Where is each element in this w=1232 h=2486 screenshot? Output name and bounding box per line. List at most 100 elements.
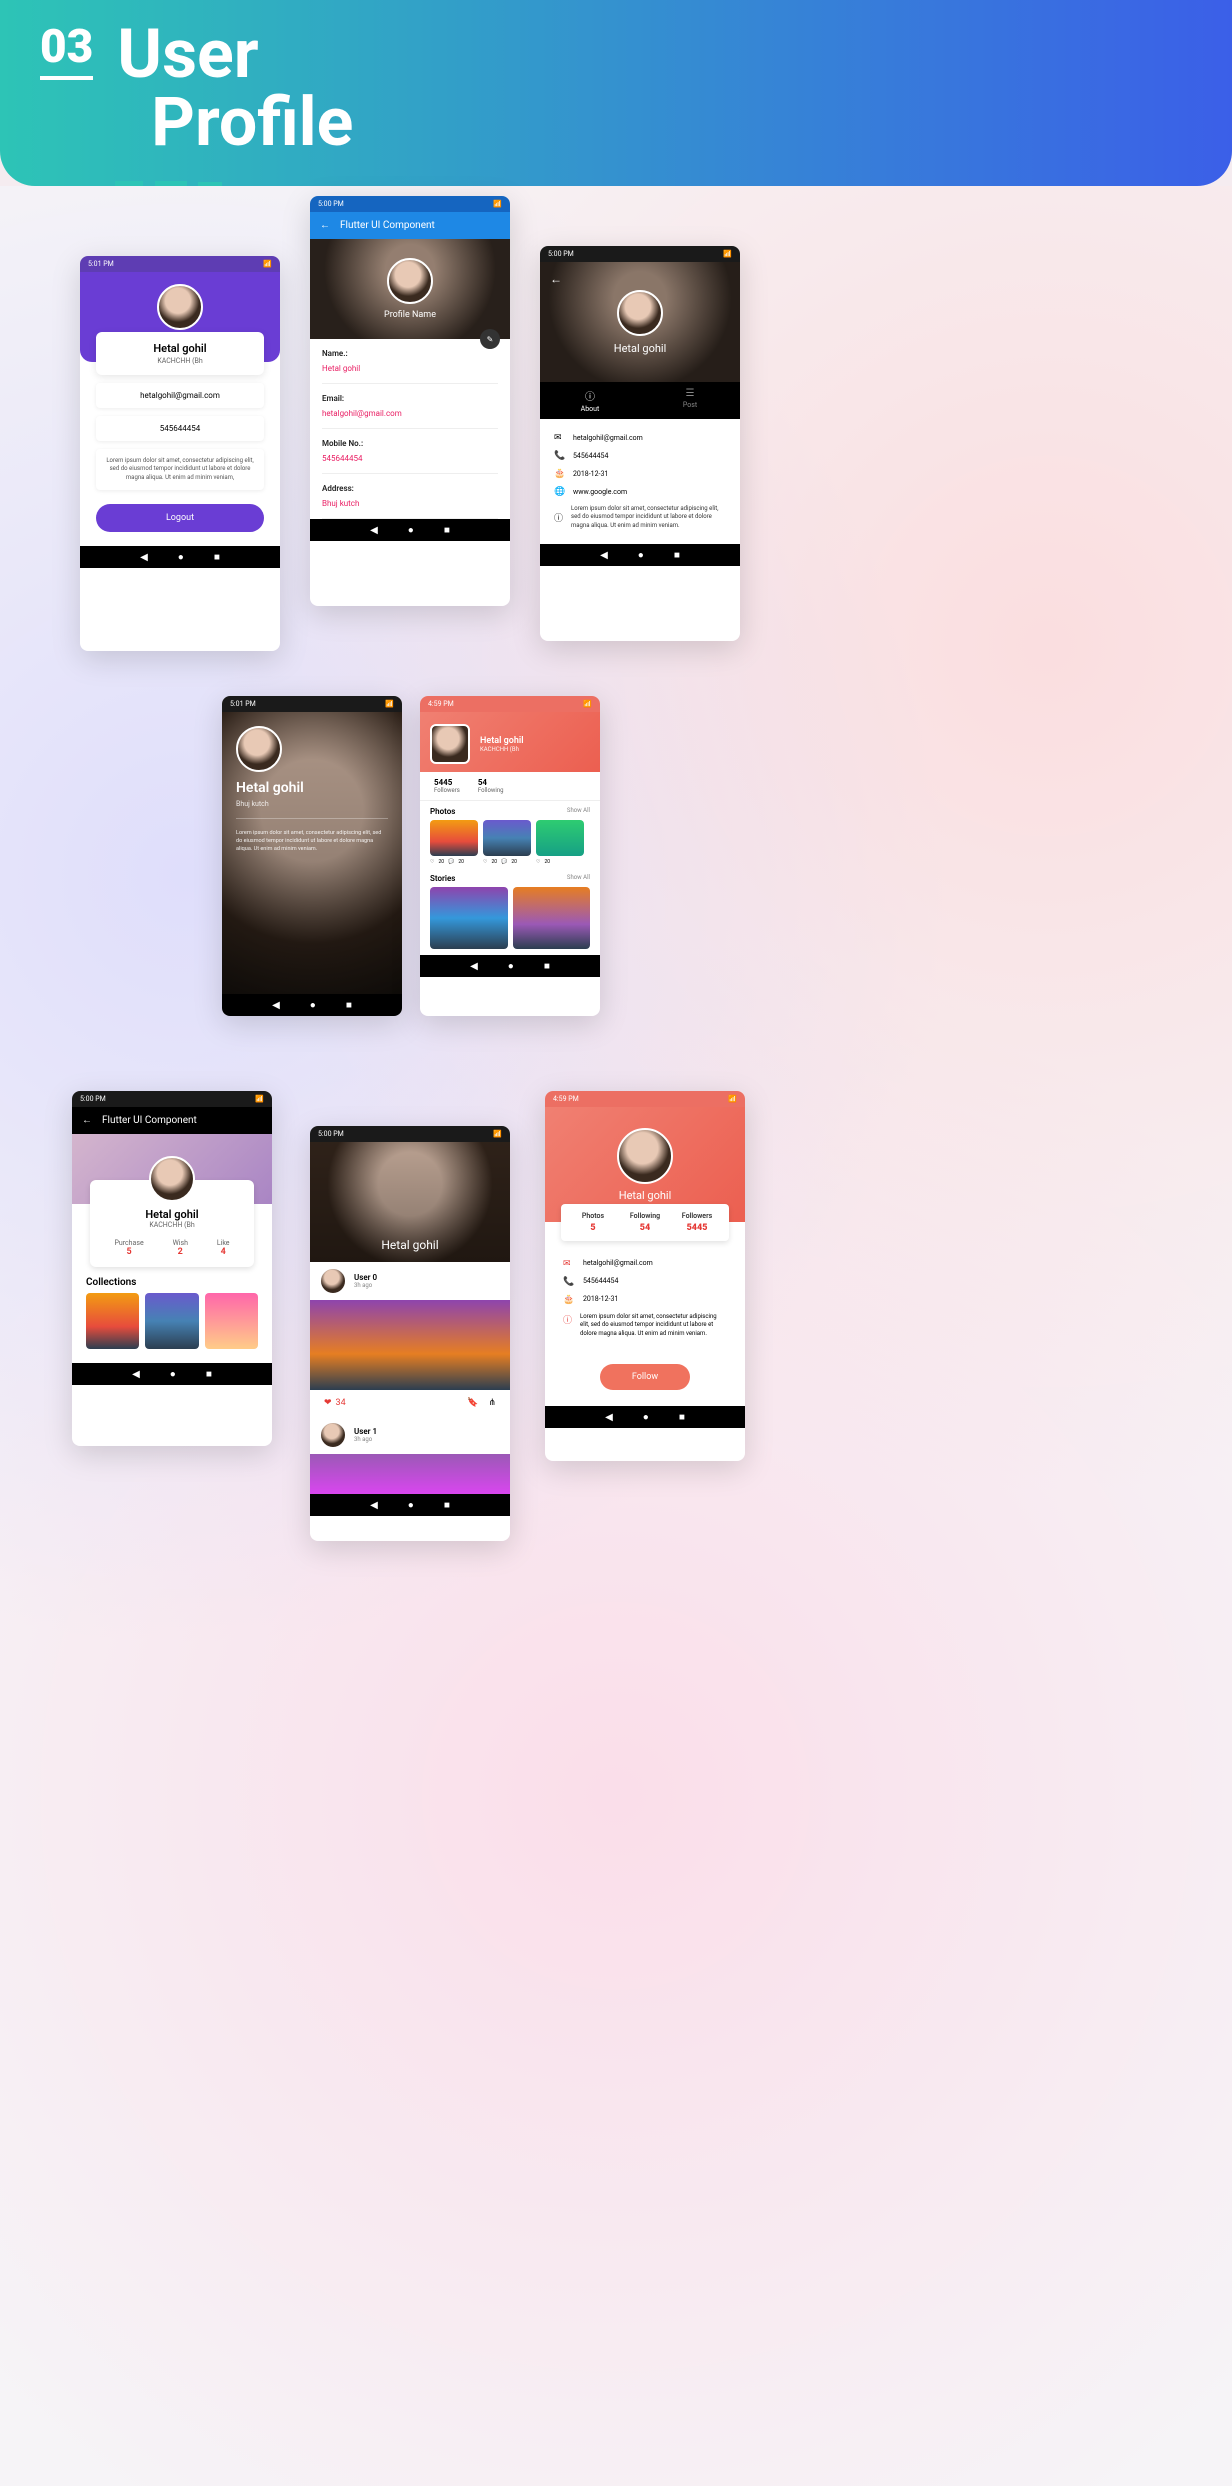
bio-text: Lorem ipsum dolor sit amet, consectetur … [96, 449, 264, 490]
location-text: Bhuj kutch [236, 800, 388, 808]
collection-thumb[interactable] [145, 1293, 198, 1349]
collection-thumb[interactable] [205, 1293, 258, 1349]
heart-icon[interactable]: ♡ [536, 859, 540, 865]
bookmark-icon[interactable]: 🔖 [467, 1398, 478, 1408]
tab-about[interactable]: ⓘAbout [540, 382, 640, 419]
home-icon[interactable]: ● [178, 552, 184, 563]
phone-text: 545644454 [96, 416, 264, 441]
form-field[interactable]: Mobile No.:545644454 [322, 429, 498, 474]
stat-like[interactable]: Like4 [217, 1239, 230, 1257]
appbar: ← Flutter UI Component [72, 1107, 272, 1134]
bio-row: ⓘLorem ipsum dolor sit amet, consectetur… [554, 501, 726, 534]
appbar-title: Flutter UI Component [340, 220, 435, 231]
story-thumb[interactable] [513, 887, 591, 949]
show-all-link[interactable]: Show All [567, 874, 590, 883]
home-icon[interactable]: ● [508, 961, 514, 972]
edit-button[interactable]: ✎ [480, 329, 500, 349]
email-icon: ✉ [554, 433, 565, 443]
photo-thumb[interactable] [536, 820, 584, 856]
stat-wish[interactable]: Wish2 [173, 1239, 188, 1257]
post-avatar[interactable] [320, 1422, 346, 1448]
photo-thumb[interactable] [483, 820, 531, 856]
back-icon[interactable]: ◀ [132, 1369, 140, 1380]
comment-icon[interactable]: 💬 [501, 859, 507, 865]
recent-icon[interactable]: ■ [214, 552, 220, 563]
recent-icon[interactable]: ■ [206, 1369, 212, 1380]
avatar[interactable] [157, 284, 203, 330]
back-icon[interactable]: ◀ [272, 1000, 280, 1011]
profile-screen-follow: 4:59 PM📶 Hetal gohil Photos5 Following54… [545, 1091, 745, 1461]
avatar[interactable] [236, 726, 282, 772]
recent-icon[interactable]: ■ [444, 1500, 450, 1511]
photo-overlay: Hetal gohil Bhuj kutch Lorem ipsum dolor… [222, 712, 402, 994]
post-avatar[interactable] [320, 1268, 346, 1294]
heart-icon[interactable]: ♡ [483, 859, 487, 865]
status-bar: 4:59 PM📶 [420, 696, 600, 712]
recent-icon[interactable]: ■ [679, 1412, 685, 1423]
collection-thumb[interactable] [86, 1293, 139, 1349]
avatar[interactable] [149, 1156, 195, 1202]
avatar[interactable] [617, 290, 663, 336]
recent-icon[interactable]: ■ [444, 525, 450, 536]
bio-row: ⓘLorem ipsum dolor sit amet, consectetur… [563, 1309, 727, 1342]
photo-thumb[interactable] [430, 820, 478, 856]
back-icon[interactable]: ◀ [470, 961, 478, 972]
back-icon[interactable]: ◀ [140, 552, 148, 563]
comment-icon[interactable]: 💬 [448, 859, 454, 865]
profile-screen-feed: 5:00 PM📶 Hetal gohil User 03h ago ❤ 34 🔖… [310, 1126, 510, 1541]
home-icon[interactable]: ● [310, 1000, 316, 1011]
stat-followers[interactable]: Followers5445 [671, 1212, 723, 1233]
back-icon[interactable]: ◀ [370, 1500, 378, 1511]
heart-icon[interactable]: ♡ [430, 859, 434, 865]
avatar[interactable] [430, 724, 470, 764]
email-row: ✉hetalgohil@gmail.com [563, 1255, 727, 1273]
collections-label: Collections [72, 1267, 272, 1293]
home-icon[interactable]: ● [170, 1369, 176, 1380]
stat-photos[interactable]: Photos5 [567, 1212, 619, 1233]
home-icon[interactable]: ● [643, 1412, 649, 1423]
follow-button[interactable]: Follow [600, 1364, 690, 1390]
back-icon[interactable]: ← [550, 272, 562, 286]
profile-name-label: Profile Name [384, 310, 436, 320]
about-panel: ✉hetalgohil@gmail.com 📞545644454 🎂2018-1… [540, 419, 740, 544]
email-icon: ✉ [563, 1259, 575, 1269]
avatar[interactable] [387, 258, 433, 304]
avatar[interactable] [617, 1128, 673, 1184]
stat-following[interactable]: 54Following [478, 778, 504, 794]
phone-row: 📞545644454 [563, 1273, 727, 1291]
android-nav: ◀ ● ■ [310, 519, 510, 541]
form-field[interactable]: Name.:Hetal gohil [322, 339, 498, 384]
back-icon[interactable]: ← [82, 1115, 92, 1126]
tab-post[interactable]: ☰Post [640, 382, 740, 419]
back-icon[interactable]: ◀ [605, 1412, 613, 1423]
back-icon[interactable]: ◀ [370, 525, 378, 536]
like-button[interactable]: ❤ 34 [324, 1398, 346, 1408]
home-icon[interactable]: ● [408, 1500, 414, 1511]
post-image[interactable] [310, 1300, 510, 1390]
form-field[interactable]: Address:Bhuj kutch [322, 474, 498, 519]
post-image[interactable] [310, 1454, 510, 1494]
user-name: Hetal gohil [614, 342, 667, 355]
stat-following[interactable]: Following54 [619, 1212, 671, 1233]
divider [236, 818, 388, 819]
share-icon[interactable]: ⋔ [488, 1398, 496, 1408]
recent-icon[interactable]: ■ [674, 550, 680, 561]
back-icon[interactable]: ← [320, 220, 330, 231]
photo-thumbs [420, 820, 600, 856]
form-field[interactable]: Email:hetalgohil@gmail.com [322, 384, 498, 429]
recent-icon[interactable]: ■ [544, 961, 550, 972]
page-title: User Profile [117, 20, 353, 156]
profile-screen-form: 5:00 PM📶 ← Flutter UI Component Profile … [310, 196, 510, 606]
show-all-link[interactable]: Show All [567, 807, 590, 816]
back-icon[interactable]: ◀ [600, 550, 608, 561]
stat-followers[interactable]: 5445Followers [434, 778, 460, 794]
logout-button[interactable]: Logout [96, 504, 264, 532]
photos-header: PhotosShow All [420, 801, 600, 820]
date-row: 🎂2018-12-31 [554, 465, 726, 483]
story-thumb[interactable] [430, 887, 508, 949]
home-icon[interactable]: ● [638, 550, 644, 561]
stat-purchase[interactable]: Purchase5 [114, 1239, 143, 1257]
user-subtitle: KACHCHH (Bh [480, 746, 524, 753]
recent-icon[interactable]: ■ [346, 1000, 352, 1011]
home-icon[interactable]: ● [408, 525, 414, 536]
